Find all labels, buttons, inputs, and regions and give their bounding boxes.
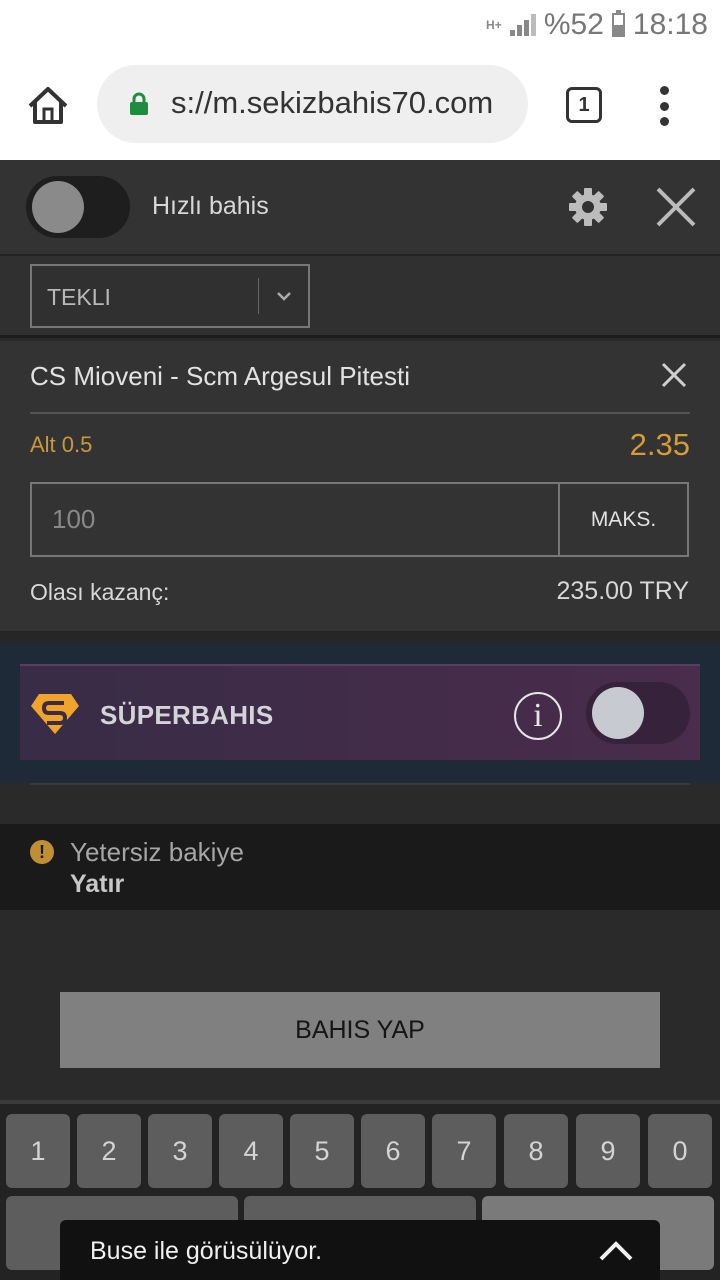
notification-toast[interactable]: Buse ile görüsülüyor. — [60, 1220, 660, 1280]
key-7[interactable]: 7 — [432, 1114, 496, 1188]
superbahis-title: SÜPERBAHIS — [100, 700, 274, 730]
spacer — [0, 785, 720, 824]
url-text: s://m.sekizbahis70.com — [171, 85, 494, 120]
status-bar: H+ %52 18:18 — [0, 0, 720, 50]
insufficient-balance-warning: ! Yetersiz bakiye Yatır — [0, 824, 720, 910]
stake-field[interactable] — [30, 482, 560, 557]
superbahis-section: SÜPERBAHIS i — [0, 643, 720, 783]
signal-icon — [509, 14, 536, 36]
battery-icon — [611, 10, 625, 37]
clock: 18:18 — [632, 8, 708, 41]
section-gap — [0, 631, 720, 643]
deposit-link[interactable]: Yatır — [70, 870, 124, 899]
address-bar[interactable]: s://m.sekizbahis70.com — [97, 65, 528, 143]
key-0[interactable]: 0 — [648, 1114, 712, 1188]
quick-bet-toggle[interactable] — [26, 176, 130, 238]
home-icon — [28, 87, 68, 124]
chevron-down-icon — [277, 292, 291, 301]
key-4[interactable]: 4 — [219, 1114, 283, 1188]
gear-icon[interactable] — [568, 187, 608, 227]
odds-value: 2.35 — [629, 427, 690, 462]
superbahis-toggle[interactable] — [586, 682, 690, 744]
superbahis-bar: SÜPERBAHIS i — [20, 664, 700, 760]
card-divider — [30, 412, 690, 414]
potential-win-label: Olası kazanç: — [30, 579, 170, 605]
more-vert-icon[interactable] — [657, 86, 671, 126]
quick-bet-label: Hızlı bahis — [152, 192, 269, 220]
status-icons: H+ %52 18:18 — [486, 6, 708, 44]
match-title: CS Mioveni - Scm Argesul Pitesti — [30, 361, 411, 391]
max-stake-button[interactable]: MAKS. — [558, 482, 689, 557]
bet-type-value: TEKLI — [47, 284, 111, 310]
network-type-indicator: H+ — [486, 17, 502, 32]
warning-message: Yetersiz bakiye — [70, 837, 244, 867]
market-selection: Alt 0.5 — [30, 432, 93, 457]
warning-icon: ! — [30, 840, 54, 864]
toast-message: Buse ile görüsülüyor. — [90, 1237, 323, 1265]
superbahis-logo-icon — [31, 694, 79, 734]
place-bet-label: BAHIS YAP — [295, 1015, 425, 1044]
battery-percent: %52 — [543, 8, 604, 41]
key-5[interactable]: 5 — [290, 1114, 354, 1188]
place-bet-button[interactable]: BAHIS YAP — [60, 992, 660, 1068]
chevron-up-icon[interactable] — [598, 1240, 634, 1262]
remove-bet-icon[interactable] — [660, 361, 688, 389]
key-1[interactable]: 1 — [6, 1114, 70, 1188]
potential-win-value: 235.00 TRY — [556, 577, 689, 605]
key-3[interactable]: 3 — [148, 1114, 212, 1188]
key-6[interactable]: 6 — [361, 1114, 425, 1188]
tab-switcher-button[interactable]: 1 — [566, 87, 602, 123]
bet-card: CS Mioveni - Scm Argesul Pitesti Alt 0.5… — [0, 341, 720, 631]
browser-toolbar: s://m.sekizbahis70.com 1 — [0, 50, 720, 160]
toggle-knob — [32, 181, 84, 233]
select-divider — [258, 278, 259, 314]
info-glyph: i — [533, 697, 543, 734]
toggle-knob — [592, 687, 644, 739]
max-stake-label: MAKS. — [590, 507, 657, 531]
bet-type-bar: TEKLI — [0, 256, 720, 338]
lock-icon — [130, 92, 148, 115]
betslip-header: Hızlı bahis — [0, 160, 720, 256]
bet-type-select[interactable]: TEKLI — [30, 264, 310, 328]
key-2[interactable]: 2 — [77, 1114, 141, 1188]
close-icon[interactable] — [654, 185, 698, 229]
tab-count: 1 — [578, 93, 590, 116]
key-9[interactable]: 9 — [576, 1114, 640, 1188]
key-8[interactable]: 8 — [504, 1114, 568, 1188]
home-button[interactable] — [26, 84, 70, 126]
stake-input[interactable] — [32, 484, 558, 555]
info-icon[interactable]: i — [514, 692, 562, 740]
place-bet-panel: BAHIS YAP — [0, 910, 720, 1100]
